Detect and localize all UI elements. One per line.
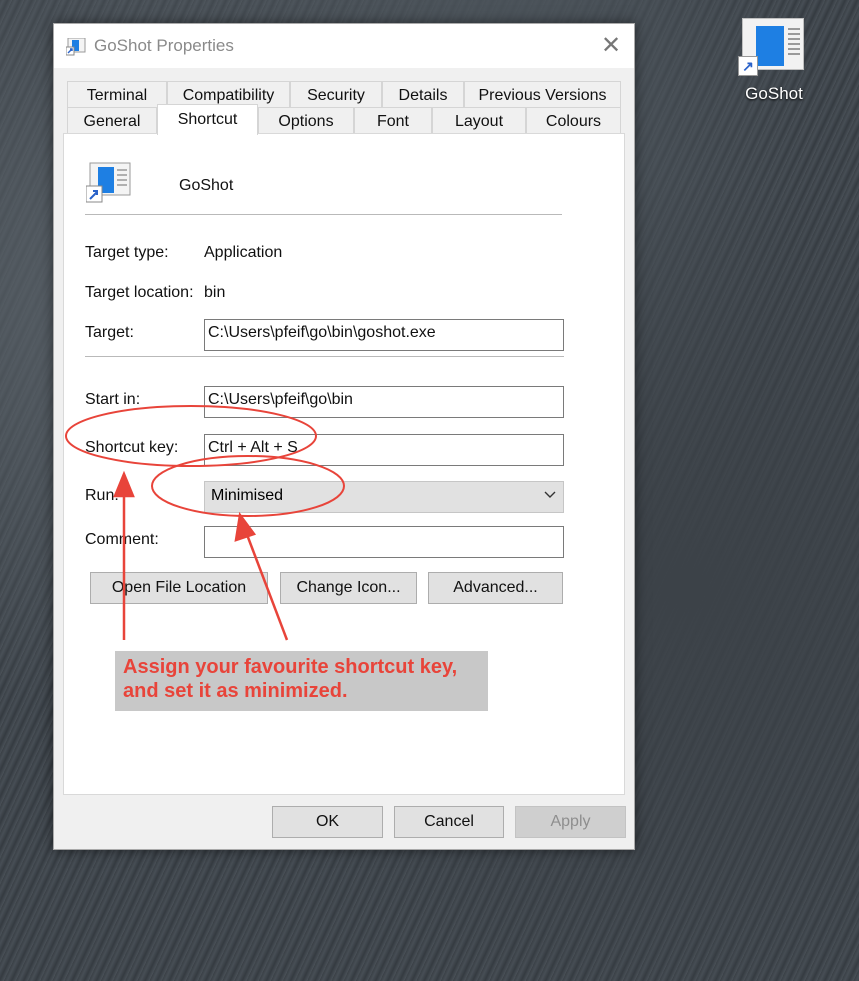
target-type-label: Target type: [85,244,169,261]
target-label: Target: [85,324,134,341]
tab-details[interactable]: Details [382,81,464,107]
shortcut-key-label: Shortcut key: [85,439,179,456]
chevron-down-icon [544,491,556,498]
desktop-shortcut-goshot[interactable]: ↗ GoShot [736,16,812,108]
shortcut-name: GoShot [179,177,234,194]
tab-terminal[interactable]: Terminal [67,81,167,107]
start-in-input[interactable]: C:\Users\pfeif\go\bin [204,386,564,418]
target-type-value: Application [204,244,283,261]
ok-button[interactable]: OK [272,806,383,838]
title-bar[interactable]: GoShot Properties ✕ [54,24,634,68]
divider [85,356,564,357]
run-select-value: Minimised [211,487,284,504]
run-label: Run: [85,487,119,504]
comment-input[interactable] [204,526,564,558]
tab-colours[interactable]: Colours [526,107,621,133]
desktop-icon-label: GoShot [745,84,803,103]
tab-previous-versions[interactable]: Previous Versions [464,81,621,107]
shortcut-key-input[interactable]: Ctrl + Alt + S [204,434,564,466]
tab-font[interactable]: Font [354,107,432,133]
annotation-line-1: Assign your favourite shortcut key, [123,656,458,678]
comment-label: Comment: [85,531,159,548]
tab-security[interactable]: Security [290,81,382,107]
tab-general[interactable]: General [67,107,157,133]
annotation-line-2: and set it as minimized. [123,680,348,702]
advanced-button[interactable]: Advanced... [428,572,563,604]
shortcut-app-icon [86,162,131,203]
window-title: GoShot Properties [94,36,234,55]
change-icon-button[interactable]: Change Icon... [280,572,417,604]
annotation-text: Assign your favourite shortcut key, and … [123,655,488,703]
tab-shortcut[interactable]: Shortcut [157,104,258,135]
properties-window: GoShot Properties ✕ Terminal Compatibili… [53,23,635,850]
apply-button[interactable]: Apply [515,806,626,838]
start-in-label: Start in: [85,391,141,408]
close-icon[interactable]: ✕ [594,30,628,62]
tab-layout[interactable]: Layout [432,107,526,133]
target-location-label: Target location: [85,284,194,301]
tab-options[interactable]: Options [258,107,354,133]
cancel-button[interactable]: Cancel [394,806,504,838]
run-select[interactable]: Minimised [204,481,564,513]
divider [85,214,562,215]
target-location-value: bin [204,284,226,301]
shortcut-arrow-icon: ↗ [738,56,758,76]
app-icon [66,38,86,56]
open-file-location-button[interactable]: Open File Location [90,572,268,604]
target-input[interactable]: C:\Users\pfeif\go\bin\goshot.exe [204,319,564,351]
